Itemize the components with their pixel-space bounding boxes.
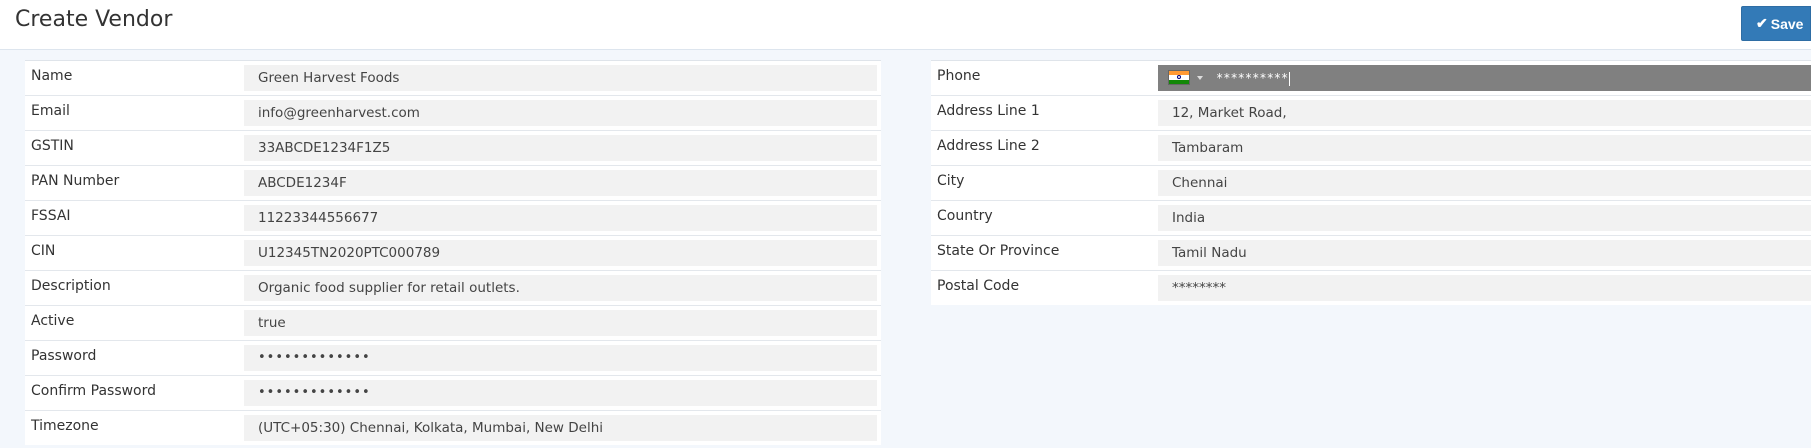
form-row-address-line-2: Address Line 2 Tambaram <box>931 130 1811 165</box>
page-title: Create Vendor <box>15 7 173 32</box>
form-row-fssai: FSSAI 11223344556677 <box>25 200 881 235</box>
check-icon: ✔ <box>1756 15 1768 31</box>
country-label: Country <box>937 208 993 224</box>
save-button[interactable]: ✔ Save <box>1741 6 1811 41</box>
form-row-confirm-password: Confirm Password ••••••••••••• <box>25 375 881 410</box>
active-field[interactable]: true <box>244 310 877 336</box>
state-or-province-field[interactable]: Tamil Nadu <box>1158 240 1811 266</box>
postal-code-field[interactable]: ******** <box>1158 275 1811 301</box>
cin-field[interactable]: U12345TN2020PTC000789 <box>244 240 877 266</box>
pan-number-label: PAN Number <box>31 173 120 189</box>
phone-value: ********** <box>1216 71 1291 86</box>
state-or-province-label: State Or Province <box>937 243 1060 259</box>
city-field[interactable]: Chennai <box>1158 170 1811 196</box>
address-line-2-label: Address Line 2 <box>937 138 1040 154</box>
gstin-label: GSTIN <box>31 138 74 154</box>
form-row-address-line-1: Address Line 1 12, Market Road, <box>931 95 1811 130</box>
form-row-name: Name Green Harvest Foods <box>25 60 881 95</box>
phone-label: Phone <box>937 68 981 84</box>
form-row-password: Password ••••••••••••• <box>25 340 881 375</box>
address-line-2-field[interactable]: Tambaram <box>1158 135 1811 161</box>
cin-label: CIN <box>31 243 56 259</box>
india-flag-icon[interactable] <box>1168 70 1190 85</box>
form-row-pan: PAN Number ABCDE1234F <box>25 165 881 200</box>
pan-number-field[interactable]: ABCDE1234F <box>244 170 877 196</box>
timezone-label: Timezone <box>31 418 99 434</box>
form-row-active: Active true <box>25 305 881 340</box>
form-row-timezone: Timezone (UTC+05:30) Chennai, Kolkata, M… <box>25 410 881 445</box>
email-label: Email <box>31 103 70 119</box>
fssai-field[interactable]: 11223344556677 <box>244 205 877 231</box>
form-row-gstin: GSTIN 33ABCDE1234F1Z5 <box>25 130 881 165</box>
password-label: Password <box>31 348 97 364</box>
postal-code-label: Postal Code <box>937 278 1020 294</box>
fssai-label: FSSAI <box>31 208 71 224</box>
form-row-cin: CIN U12345TN2020PTC000789 <box>25 235 881 270</box>
form-row-state: State Or Province Tamil Nadu <box>931 235 1811 270</box>
form-row-city: City Chennai <box>931 165 1811 200</box>
timezone-select[interactable]: (UTC+05:30) Chennai, Kolkata, Mumbai, Ne… <box>244 415 877 441</box>
address-line-1-label: Address Line 1 <box>937 103 1040 119</box>
form-row-country: Country India <box>931 200 1811 235</box>
description-field[interactable]: Organic food supplier for retail outlets… <box>244 275 877 301</box>
text-cursor <box>1289 71 1291 86</box>
chevron-down-icon[interactable] <box>1197 76 1203 80</box>
active-label: Active <box>31 313 75 329</box>
address-line-1-field[interactable]: 12, Market Road, <box>1158 100 1811 126</box>
save-label: Save <box>1770 15 1804 32</box>
country-field[interactable]: India <box>1158 205 1811 231</box>
city-label: City <box>937 173 965 189</box>
form-row-email: Email info@greenharvest.com <box>25 95 881 130</box>
top-bar: Create Vendor ✔ Save <box>0 0 1811 50</box>
name-label: Name <box>31 68 73 84</box>
contact-details-panel: Phone ********** Address Line 1 12, Mark… <box>931 60 1811 305</box>
gstin-field[interactable]: 33ABCDE1234F1Z5 <box>244 135 877 161</box>
description-label: Description <box>31 278 111 294</box>
phone-field[interactable]: ********** <box>1158 65 1811 91</box>
form-row-postal-code: Postal Code ******** <box>931 270 1811 305</box>
confirm-password-field[interactable]: ••••••••••••• <box>244 380 877 406</box>
form-row-description: Description Organic food supplier for re… <box>25 270 881 305</box>
confirm-password-label: Confirm Password <box>31 383 157 399</box>
email-field[interactable]: info@greenharvest.com <box>244 100 877 126</box>
form-row-phone: Phone ********** <box>931 60 1811 95</box>
name-field[interactable]: Green Harvest Foods <box>244 65 877 91</box>
password-field[interactable]: ••••••••••••• <box>244 345 877 371</box>
vendor-details-panel: Name Green Harvest Foods Email info@gree… <box>25 60 881 445</box>
